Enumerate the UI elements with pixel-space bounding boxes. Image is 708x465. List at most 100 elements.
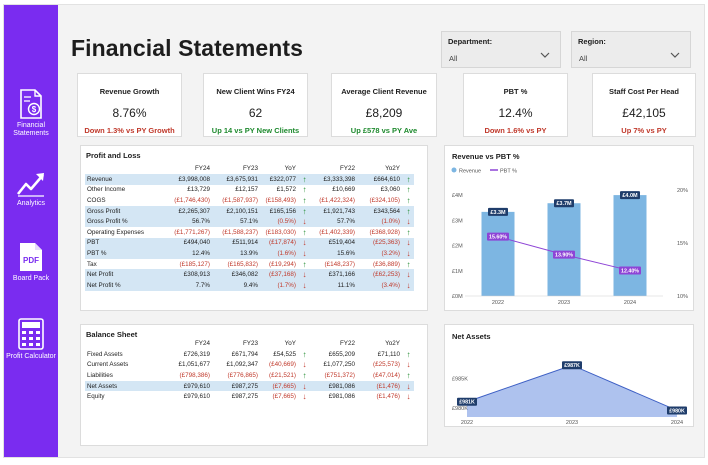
cell-fy22: 11.1% [310,279,358,291]
legend-label: PBT % [500,169,517,175]
document-dollar-icon: $ [20,89,42,119]
yo2y-arrow-icon: ↓ [403,269,414,280]
y-tick-label: £1M [452,269,463,275]
y2-tick-label: 15% [677,241,688,247]
arrow-up-icon: ↑ [406,174,411,184]
yo2y-arrow-icon: ↓ [403,391,414,402]
cell-fy23: £1,092,347 [226,361,258,369]
table-row: PBT % 12.4% 13.9% (1.6%) ↓ 15.6% (3.2%) ↓ [85,248,414,259]
pdf-file-icon: PDF [20,243,42,271]
cell-yoy: (£183,030) [265,228,296,236]
nav-analytics[interactable]: Analytics [4,171,58,208]
arrow-up-icon: ↑ [406,195,411,205]
cell-fy23: £511,914 [213,237,261,249]
cell-fy23: (£776,865) [227,371,258,379]
yo2y-arrow-icon: ↓ [403,279,414,291]
row-label: Gross Profit % [85,216,165,227]
row-label: Equity [87,393,105,401]
cell-fy22: £655,209 [328,350,355,358]
y2-tick-label: 20% [677,188,688,194]
profit-and-loss-table: FY24 FY23 YoY FY22 Yo2Y Revenue £3,998,008 £3,6… [85,162,414,291]
row-label: Tax [87,260,97,268]
nav-label: Board Pack [12,275,50,282]
cell-yoy: (£19,294) [269,260,296,268]
kpi-card-revenue-growth: Revenue Growth 8.76% Down 1.3% vs PY Gro… [77,73,182,137]
region-filter[interactable]: Region: All [571,31,691,68]
yo2y-arrow-icon: ↑ [403,195,414,206]
balance-sheet-panel: Balance Sheet FY24 FY23 YoY FY22 Yo2Y Fixed A… [80,324,428,446]
cell-fy23: 13.9% [213,248,261,259]
table-header-row: FY24 FY23 YoY FY22 Yo2Y [85,162,414,174]
arrow-up-icon: ↑ [302,174,307,184]
cell-fy24: (£1,771,267) [174,228,210,236]
yo2y-arrow-icon: ↑ [403,349,414,360]
yoy-arrow-icon: ↓ [299,216,310,227]
cell-fy22: £981,086 [310,380,358,392]
kpi-value: 12.4% [498,106,533,120]
kpi-title: Staff Cost Per Head [608,87,680,96]
kpi-subtext: Down 1.3% vs PY Growth [84,126,175,135]
column-header: YoY [284,164,296,172]
cell-fy23: (£165,832) [227,260,258,268]
cell-yo2y: (£25,573) [373,361,400,369]
cell-fy23: (£1,588,237) [222,228,258,236]
table-row: Other Income £13,729 £12,157 £1,572 ↑ £10,669… [85,185,414,196]
region-filter-label: Region: [578,37,606,46]
nav-board-pack[interactable]: PDF Board Pack [4,242,58,283]
cell-yo2y: £71,110 [377,350,400,358]
arrow-up-icon: ↑ [302,370,307,380]
revenue-vs-pbt-chart: Revenue vs PBT % Revenue PBT % £0M £1M £2M £3M… [451,152,688,306]
cell-fy23: £346,082 [213,269,261,280]
cell-yoy: (£21,521) [269,371,296,379]
cell-fy23: £2,100,151 [213,205,261,217]
cell-yoy: (0.5%) [261,216,299,227]
kpi-subtext: Up 7% vs PY [621,126,667,135]
yo2y-arrow-icon: ↓ [403,380,414,392]
cell-fy23: £987,275 [231,393,258,401]
kpi-title: Revenue Growth [99,87,160,96]
arrow-up-icon: ↑ [302,206,307,216]
svg-text:$: $ [32,105,37,114]
chart-title: Revenue vs PBT % [452,152,520,161]
nav-profit-calculator[interactable]: Profit Calculator [4,318,58,361]
column-header: FY23 [242,339,258,347]
x-tick-label: 2023 [558,300,570,306]
cell-yoy: (£40,669) [269,361,296,369]
department-filter-value: All [449,54,458,63]
cell-yo2y: (£62,253) [358,269,403,280]
column-header: Yo2Y [385,339,400,347]
arrow-up-icon: ↑ [302,259,307,269]
arrow-down-icon: ↓ [406,270,411,280]
cell-fy22: (£751,372) [324,371,355,379]
cell-fy22: £3,333,398 [310,174,358,185]
cell-fy22: 15.6% [310,248,358,259]
y-tick-label: £2M [452,244,463,250]
yoy-arrow-icon: ↓ [299,391,310,402]
nav-financial-statements[interactable]: $ Financial Statements [4,89,58,138]
department-filter[interactable]: Department: All [441,31,561,68]
arrow-up-icon: ↑ [302,227,307,237]
yoy-arrow-icon: ↑ [299,185,310,196]
region-filter-value: All [579,54,588,63]
cell-fy22: £519,404 [310,237,358,249]
row-label: PBT % [85,248,165,259]
row-label: Current Assets [87,361,129,369]
kpi-value: 8.76% [112,106,147,120]
yo2y-arrow-icon: ↑ [403,259,414,270]
arrow-up-icon: ↑ [302,195,307,205]
cell-yo2y: (£368,928) [369,228,400,236]
table-row: Net Profit % 7.7% 9.4% (1.7%) ↓ 11.1% (3.4%) ↓ [85,279,414,291]
row-label: COGS [87,196,106,204]
cell-yo2y: (£324,105) [369,196,400,204]
cell-fy24: 7.7% [165,279,213,291]
kpi-title: Average Client Revenue [341,87,427,96]
kpi-card-staff-cost-per-head: Staff Cost Per Head £42,105 Up 7% vs PY [592,73,696,137]
arrow-down-icon: ↓ [302,360,307,370]
table-row: Gross Profit £2,265,307 £2,100,151 £165,156… [85,205,414,217]
legend-revenue-marker [451,167,457,173]
table-row: Gross Profit % 56.7% 57.1% (0.5%) ↓ 57.7% (1.0… [85,216,414,227]
x-tick-label: 2022 [492,300,504,306]
yo2y-arrow-icon: ↑ [403,205,414,217]
kpi-title: New Client Wins FY24 [216,87,295,96]
balance-sheet-table: FY24 FY23 YoY FY22 Yo2Y Fixed Assets £726,319 £… [85,337,414,402]
